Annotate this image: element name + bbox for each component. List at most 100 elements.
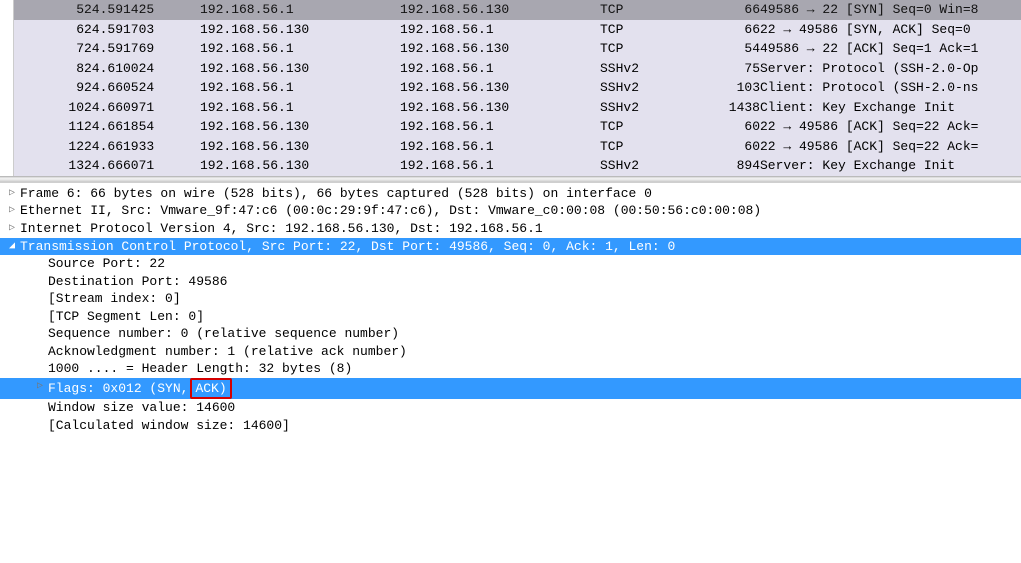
packet-len: 75 [700, 59, 760, 79]
packet-src: 192.168.56.1 [200, 98, 400, 118]
detail-text: Ethernet II, Src: Vmware_9f:47:c6 (00:0c… [20, 202, 1021, 220]
packet-row[interactable]: 824.610024192.168.56.130192.168.56.1SSHv… [0, 59, 1021, 79]
row-gutter [0, 98, 14, 118]
detail-window-size[interactable]: Window size value: 14600 [0, 399, 1021, 417]
packet-time: 24.661854 [84, 117, 200, 137]
packet-row[interactable]: 924.660524192.168.56.1192.168.56.130SSHv… [0, 78, 1021, 98]
expand-icon[interactable]: ▷ [4, 220, 20, 237]
packet-proto: TCP [600, 117, 700, 137]
packet-time: 24.610024 [84, 59, 200, 79]
collapse-icon[interactable]: ◢ [4, 238, 20, 255]
detail-text: Frame 6: 66 bytes on wire (528 bits), 66… [20, 185, 1021, 203]
packet-no: 11 [14, 117, 84, 137]
packet-row[interactable]: 1324.666071192.168.56.130192.168.56.1SSH… [0, 156, 1021, 176]
detail-text: Window size value: 14600 [48, 399, 1021, 417]
packet-dst: 192.168.56.1 [400, 117, 600, 137]
packet-time: 24.591425 [84, 0, 200, 20]
packet-no: 9 [14, 78, 84, 98]
packet-info: 22 → 49586 [ACK] Seq=22 Ack= [760, 117, 1021, 137]
packet-proto: TCP [600, 39, 700, 59]
packet-info: 22 → 49586 [ACK] Seq=22 Ack= [760, 137, 1021, 157]
detail-frame[interactable]: ▷ Frame 6: 66 bytes on wire (528 bits), … [0, 185, 1021, 203]
packet-no: 5 [14, 0, 84, 20]
detail-stream-index[interactable]: [Stream index: 0] [0, 290, 1021, 308]
packet-no: 7 [14, 39, 84, 59]
packet-len: 66 [700, 20, 760, 40]
row-gutter [0, 137, 14, 157]
packet-dst: 192.168.56.1 [400, 156, 600, 176]
packet-dst: 192.168.56.1 [400, 20, 600, 40]
flags-highlight-box: ACK) [190, 378, 231, 400]
detail-src-port[interactable]: Source Port: 22 [0, 255, 1021, 273]
packet-info: Server: Key Exchange Init [760, 156, 1021, 176]
packet-dst: 192.168.56.130 [400, 98, 600, 118]
detail-text: Acknowledgment number: 1 (relative ack n… [48, 343, 1021, 361]
packet-dst: 192.168.56.130 [400, 0, 600, 20]
packet-dst: 192.168.56.1 [400, 137, 600, 157]
expand-icon[interactable]: ▷ [4, 202, 20, 219]
packet-no: 8 [14, 59, 84, 79]
expand-icon[interactable]: ▷ [32, 378, 48, 395]
packet-row[interactable]: 1124.661854192.168.56.130192.168.56.1TCP… [0, 117, 1021, 137]
row-gutter [0, 20, 14, 40]
packet-details-pane[interactable]: ▷ Frame 6: 66 bytes on wire (528 bits), … [0, 181, 1021, 445]
detail-tcp[interactable]: ◢ Transmission Control Protocol, Src Por… [0, 238, 1021, 256]
packet-src: 192.168.56.1 [200, 39, 400, 59]
packet-dst: 192.168.56.1 [400, 59, 600, 79]
row-gutter [0, 117, 14, 137]
detail-text: Flags: 0x012 (SYN, ACK) [48, 378, 1021, 400]
packet-time: 24.666071 [84, 156, 200, 176]
packet-info: 22 → 49586 [SYN, ACK] Seq=0 [760, 20, 1021, 40]
packet-row[interactable]: 524.591425192.168.56.1192.168.56.130TCP6… [0, 0, 1021, 20]
packet-proto: SSHv2 [600, 98, 700, 118]
packet-proto: TCP [600, 20, 700, 40]
packet-time: 24.661933 [84, 137, 200, 157]
packet-row[interactable]: 624.591703192.168.56.130192.168.56.1TCP6… [0, 20, 1021, 40]
row-gutter [0, 156, 14, 176]
row-gutter [0, 0, 14, 20]
packet-src: 192.168.56.1 [200, 0, 400, 20]
packet-row[interactable]: 1024.660971192.168.56.1192.168.56.130SSH… [0, 98, 1021, 118]
packet-src: 192.168.56.130 [200, 117, 400, 137]
packet-src: 192.168.56.130 [200, 156, 400, 176]
packet-len: 60 [700, 117, 760, 137]
packet-no: 12 [14, 137, 84, 157]
detail-ack-number[interactable]: Acknowledgment number: 1 (relative ack n… [0, 343, 1021, 361]
packet-info: Client: Protocol (SSH-2.0-ns [760, 78, 1021, 98]
packet-time: 24.591769 [84, 39, 200, 59]
packet-proto: TCP [600, 137, 700, 157]
row-gutter [0, 59, 14, 79]
detail-text: [TCP Segment Len: 0] [48, 308, 1021, 326]
packet-len: 54 [700, 39, 760, 59]
packet-len: 66 [700, 0, 760, 20]
detail-flags[interactable]: ▷ Flags: 0x012 (SYN, ACK) [0, 378, 1021, 400]
flags-prefix: Flags: 0x012 (SYN, [48, 380, 188, 398]
packet-proto: TCP [600, 0, 700, 20]
detail-text: Sequence number: 0 (relative sequence nu… [48, 325, 1021, 343]
detail-text: [Calculated window size: 14600] [48, 417, 1021, 435]
detail-ip[interactable]: ▷ Internet Protocol Version 4, Src: 192.… [0, 220, 1021, 238]
packet-time: 24.591703 [84, 20, 200, 40]
row-gutter [0, 39, 14, 59]
packet-row[interactable]: 724.591769192.168.56.1192.168.56.130TCP5… [0, 39, 1021, 59]
packet-info: 49586 → 22 [SYN] Seq=0 Win=8 [760, 0, 1021, 20]
packet-row[interactable]: 1224.661933192.168.56.130192.168.56.1TCP… [0, 137, 1021, 157]
packet-len: 894 [700, 156, 760, 176]
packet-info: 49586 → 22 [ACK] Seq=1 Ack=1 [760, 39, 1021, 59]
packet-time: 24.660524 [84, 78, 200, 98]
packet-list[interactable]: 524.591425192.168.56.1192.168.56.130TCP6… [0, 0, 1021, 177]
detail-dst-port[interactable]: Destination Port: 49586 [0, 273, 1021, 291]
packet-src: 192.168.56.130 [200, 59, 400, 79]
packet-time: 24.660971 [84, 98, 200, 118]
expand-icon[interactable]: ▷ [4, 185, 20, 202]
detail-calc-window[interactable]: [Calculated window size: 14600] [0, 417, 1021, 435]
packet-proto: SSHv2 [600, 78, 700, 98]
detail-ethernet[interactable]: ▷ Ethernet II, Src: Vmware_9f:47:c6 (00:… [0, 202, 1021, 220]
packet-len: 60 [700, 137, 760, 157]
detail-sequence[interactable]: Sequence number: 0 (relative sequence nu… [0, 325, 1021, 343]
detail-segment-len[interactable]: [TCP Segment Len: 0] [0, 308, 1021, 326]
packet-len: 1438 [700, 98, 760, 118]
detail-text: Source Port: 22 [48, 255, 1021, 273]
packet-dst: 192.168.56.130 [400, 39, 600, 59]
detail-header-length[interactable]: 1000 .... = Header Length: 32 bytes (8) [0, 360, 1021, 378]
